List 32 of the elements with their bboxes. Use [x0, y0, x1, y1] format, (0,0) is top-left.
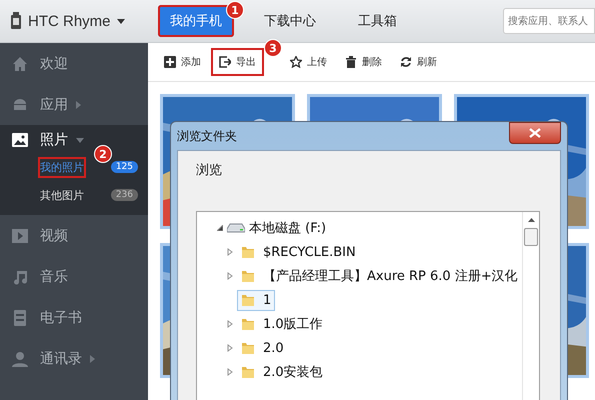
step-badge: 3 — [264, 39, 282, 57]
step-badge: 1 — [226, 1, 244, 19]
nav-tab[interactable]: 工具箱 — [346, 5, 409, 37]
tree-item[interactable]: 本地磁盘 (F:) — [249, 219, 326, 237]
sidebar-item[interactable]: 应用 — [0, 84, 148, 125]
sidebar-item[interactable]: 电子书 — [0, 297, 148, 338]
sidebar-section[interactable]: 照片 我的照片 2 125 其他图片 236 — [0, 125, 148, 215]
tree-item[interactable]: 2.0安装包 — [237, 360, 327, 384]
device-name[interactable]: HTC Rhyme — [28, 12, 111, 30]
nav-tab[interactable]: 下载中心 — [252, 5, 328, 37]
sidebar-subitem[interactable]: 其他图片 — [38, 184, 86, 206]
sidebar-item[interactable]: 音乐 — [0, 256, 148, 297]
toolbar-button[interactable]: 添加 — [156, 48, 209, 76]
toolbar-button[interactable]: 导出 — [211, 48, 264, 76]
sidebar-item[interactable]: 视频 — [0, 215, 148, 256]
tree-item[interactable]: 1.0版工作 — [237, 312, 327, 336]
sidebar-item[interactable]: 欢迎 — [0, 43, 148, 84]
dialog-title: 浏览文件夹 — [177, 128, 237, 144]
tree-item[interactable]: 1 — [237, 290, 276, 310]
step-badge: 2 — [94, 145, 112, 163]
sidebar-item[interactable]: 通讯录 — [0, 338, 148, 379]
search-field[interactable]: 搜索应用、联系人 — [503, 8, 595, 34]
tree-item[interactable]: 2.0 — [237, 338, 288, 358]
count-badge: 236 — [110, 189, 138, 201]
toolbar-button[interactable]: 上传 — [282, 48, 335, 76]
sidebar-subitem[interactable]: 我的照片 — [38, 156, 86, 178]
count-badge: 125 — [110, 161, 138, 173]
toolbar-button[interactable]: 刷新 — [392, 48, 445, 76]
toolbar-button[interactable]: 删除 — [337, 48, 390, 76]
dialog-prompt: 浏览 — [196, 162, 222, 179]
tree-item[interactable]: 【产品经理工具】Axure RP 6.0 注册+汉化 — [237, 264, 522, 288]
tree-item[interactable]: $RECYCLE.BIN — [237, 242, 360, 262]
